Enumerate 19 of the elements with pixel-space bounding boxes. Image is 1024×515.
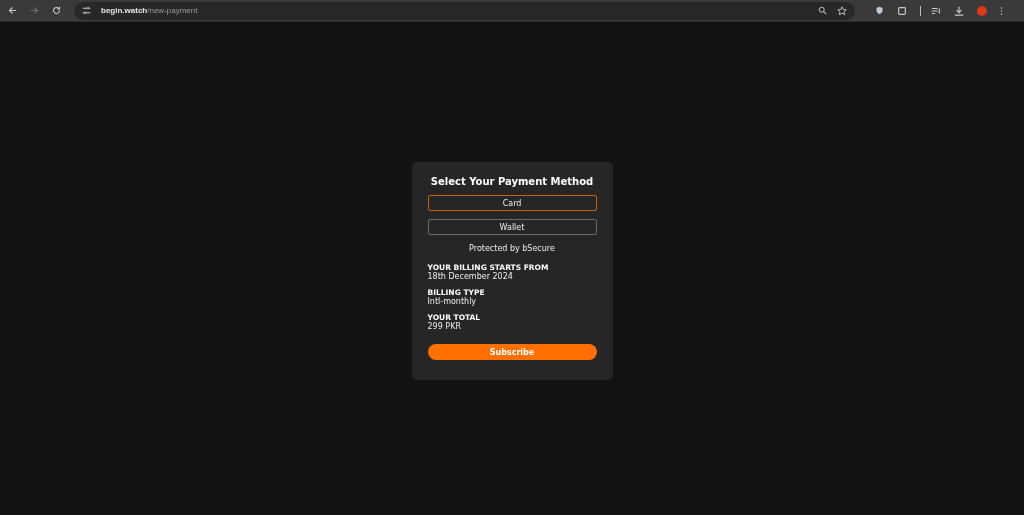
zoom-icon[interactable] [818,6,828,15]
payment-option[interactable]: Card [427,195,597,211]
card-title: Select Your Payment Method [429,176,595,187]
star-icon[interactable] [837,5,848,16]
media-icon[interactable] [931,5,941,16]
menu-icon[interactable] [1000,5,1003,16]
site-settings-icon[interactable] [82,6,91,15]
download-icon[interactable] [954,5,964,16]
payment-option[interactable]: Wallet [427,219,597,235]
detail-value: 18th December 2024 [427,272,514,281]
back-icon[interactable] [8,6,17,15]
url-text: begin.watch/new-payment [101,6,198,15]
security-note: Protected by bSecure [468,244,556,253]
shield-icon[interactable] [875,6,885,15]
detail-value: 299 PKR [427,322,462,331]
reload-icon[interactable] [52,6,61,15]
address-bar[interactable]: begin.watch/new-payment [74,1,856,20]
profile-avatar[interactable] [977,5,987,16]
detail-value: Intl-monthly [427,297,478,306]
